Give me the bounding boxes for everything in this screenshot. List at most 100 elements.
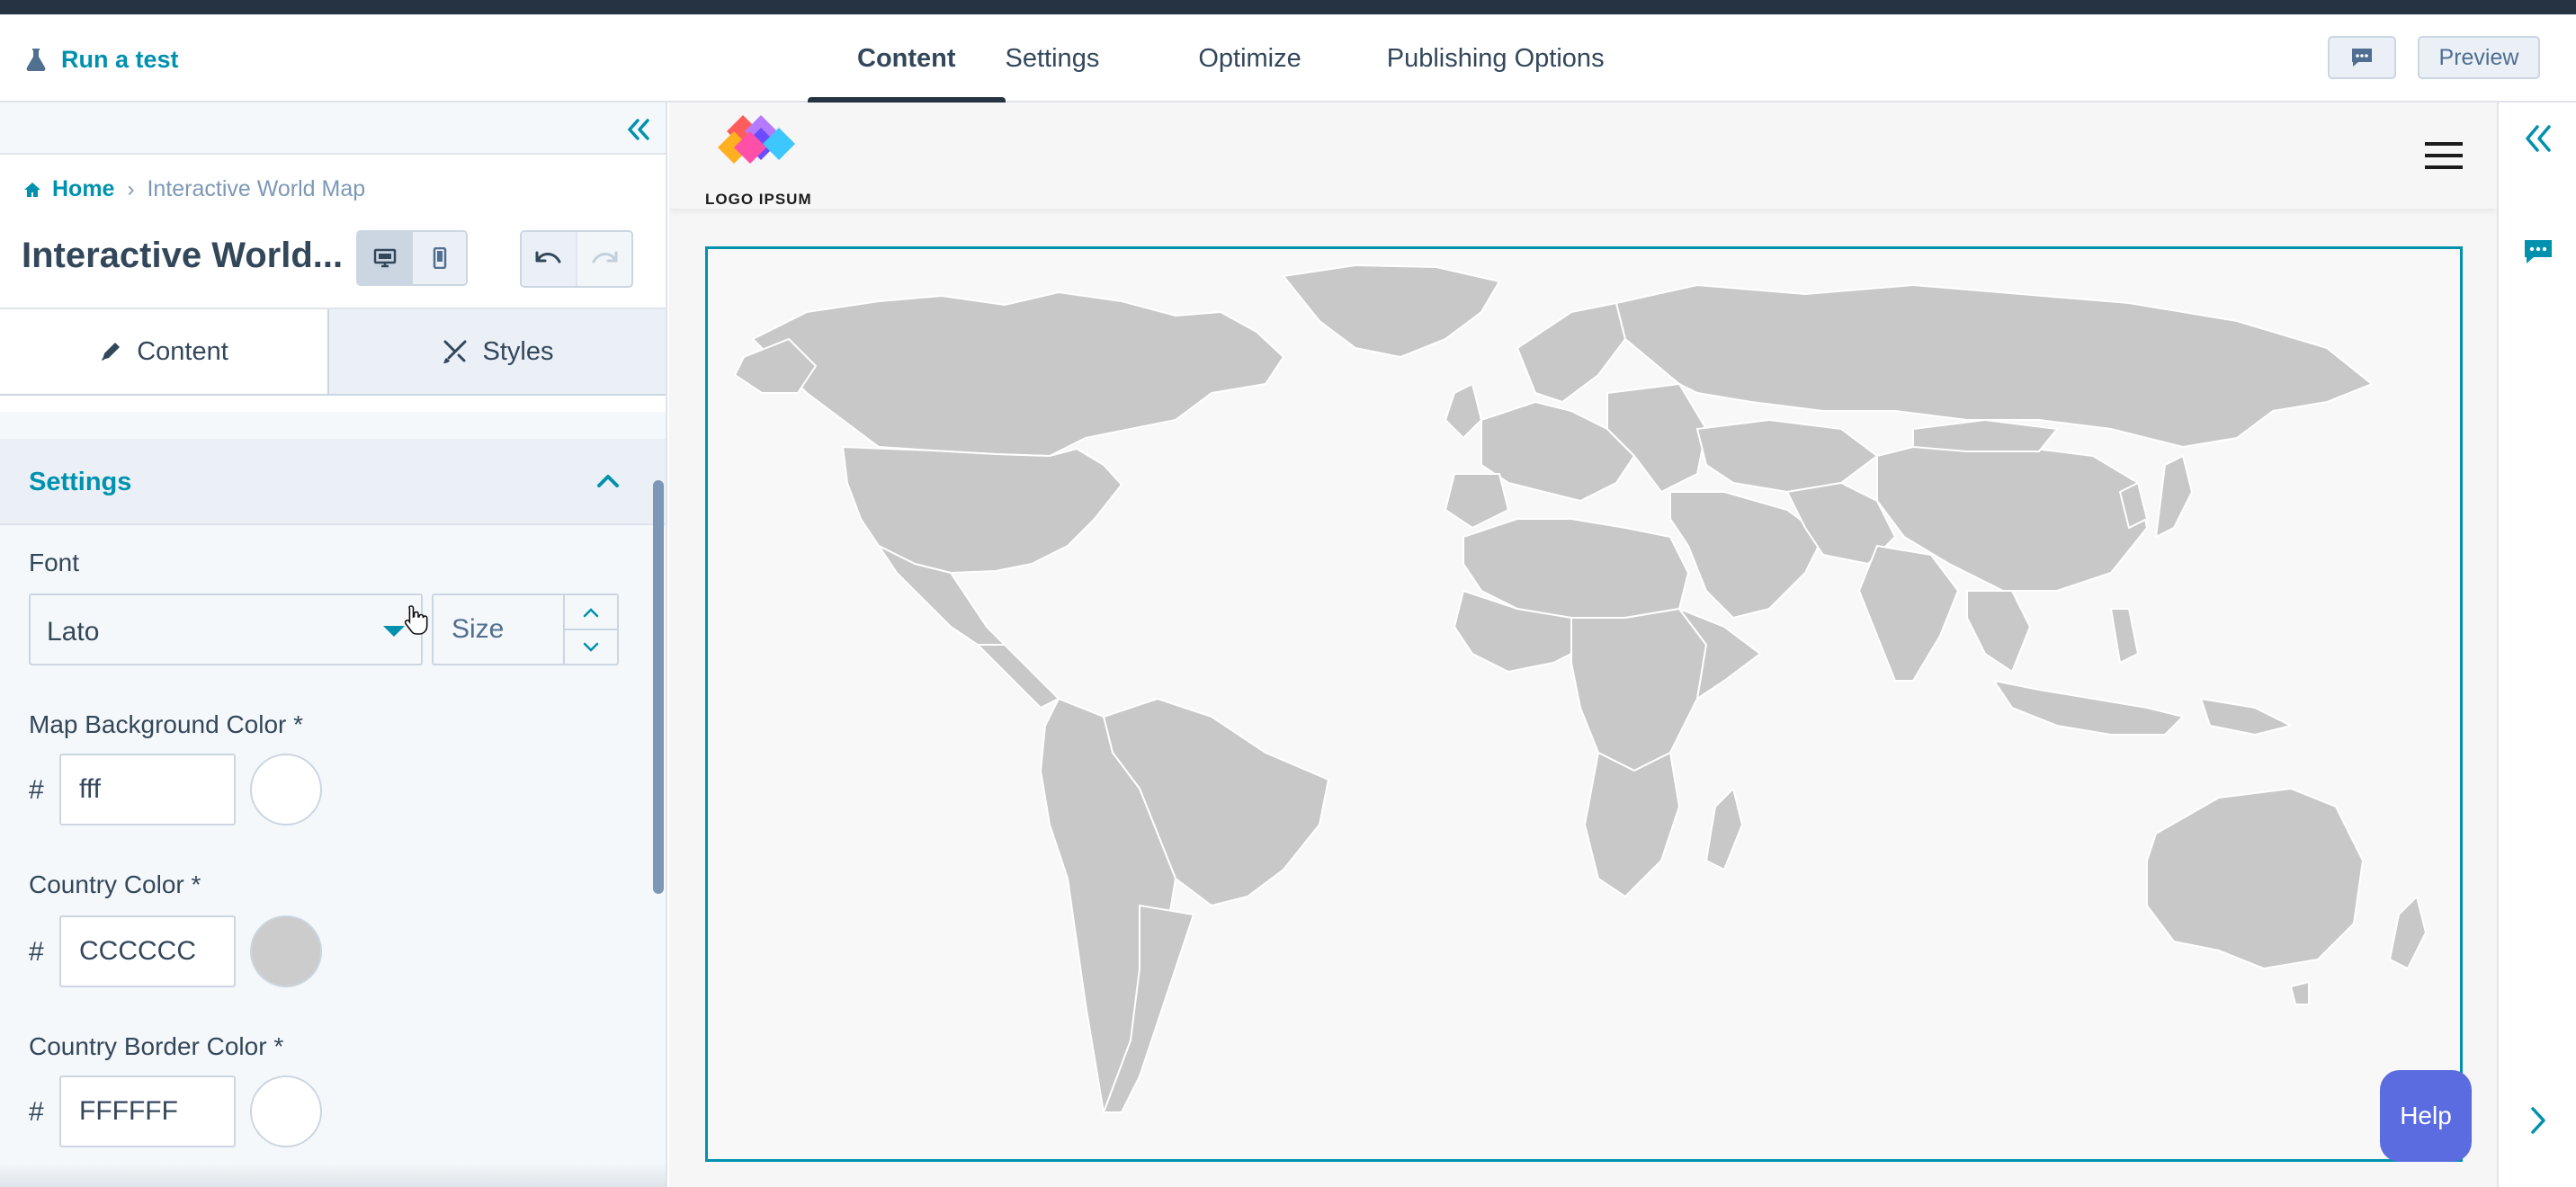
comments-panel-button[interactable] — [2520, 234, 2556, 270]
map-background-color-swatch[interactable] — [250, 754, 322, 826]
chevron-down-icon — [583, 642, 599, 652]
top-strip — [0, 0, 2576, 14]
country-color-row: # CCCCCC — [29, 915, 335, 987]
country-new-zealand — [2389, 896, 2427, 969]
country-indonesia — [1993, 680, 2184, 736]
country-canada — [752, 291, 1284, 457]
settings-section-header[interactable]: Settings — [0, 439, 666, 525]
undo-button[interactable] — [522, 232, 576, 286]
help-button[interactable]: Help — [2380, 1070, 2472, 1162]
country-papua — [2200, 698, 2292, 736]
content-styles-tabs: Content Styles — [0, 308, 666, 396]
country-border-color-label: Country Border Color * — [29, 1032, 284, 1060]
country-southeast-asia — [1966, 590, 2031, 673]
font-size-increment[interactable] — [565, 595, 617, 629]
country-india — [1858, 545, 1959, 682]
country-uk — [1445, 383, 1482, 439]
comment-icon — [2525, 240, 2552, 263]
site-header: LOGO IPSUM — [669, 103, 2497, 209]
map-background-color-input[interactable]: fff — [59, 754, 236, 826]
sidebar-tab-styles[interactable]: Styles — [327, 309, 666, 394]
breadcrumb: Home › Interactive World Map — [23, 176, 365, 202]
next-panel-button[interactable] — [2520, 1102, 2556, 1138]
caret-down-icon — [383, 626, 405, 637]
country-mongolia — [1912, 419, 2058, 452]
sidebar-fade — [0, 1162, 666, 1187]
chevron-up-icon — [597, 475, 619, 487]
country-border-color-input[interactable]: FFFFFF — [59, 1075, 236, 1147]
hamburger-menu-icon[interactable] — [2425, 142, 2463, 169]
editor-tabs: Content Settings Optimize Publishing Opt… — [808, 14, 1605, 104]
breadcrumb-current: Interactive World Map — [147, 176, 366, 201]
pencil-icon — [102, 343, 121, 361]
country-scandinavia — [1516, 302, 1626, 403]
run-a-test-button[interactable]: Run a test — [25, 41, 179, 77]
breadcrumb-home-label: Home — [52, 176, 115, 201]
comments-button[interactable] — [2328, 36, 2396, 79]
right-rail — [2497, 103, 2576, 1187]
flask-icon — [26, 49, 46, 71]
hash-symbol: # — [29, 775, 44, 805]
undo-redo-group — [520, 230, 633, 288]
sidebar-scrollbar[interactable] — [653, 480, 664, 894]
font-size-stepper — [563, 594, 619, 665]
sidebar-tab-styles-label: Styles — [482, 336, 554, 366]
font-size-decrement[interactable] — [565, 629, 617, 664]
comment-icon — [2352, 49, 2372, 67]
tab-settings-label: Settings — [1005, 43, 1100, 73]
undo-icon — [535, 251, 561, 263]
country-color-label: Country Color * — [29, 870, 201, 898]
desktop-icon — [373, 248, 396, 268]
country-japan — [2155, 455, 2193, 538]
chevron-up-icon — [583, 607, 599, 617]
sidebar-tab-content[interactable]: Content — [0, 309, 327, 394]
map-background-color-row: # fff — [29, 754, 335, 826]
logo-text: LOGO IPSUM — [705, 191, 812, 208]
country-color-swatch[interactable] — [250, 915, 322, 987]
font-select[interactable]: Lato — [29, 594, 423, 665]
country-kazakhstan — [1696, 419, 1878, 493]
preview-button[interactable]: Preview — [2418, 36, 2540, 79]
country-color-input[interactable]: CCCCCC — [59, 915, 236, 987]
page-preview: LOGO IPSUM Help — [669, 103, 2497, 1187]
logo[interactable]: LOGO IPSUM — [705, 112, 813, 208]
tab-settings[interactable]: Settings — [1006, 14, 1149, 103]
mobile-view-button[interactable] — [411, 232, 466, 284]
device-toggle — [356, 230, 468, 286]
font-select-value: Lato — [47, 617, 100, 647]
country-australia — [2146, 788, 2364, 969]
logo-mark-icon — [718, 115, 795, 164]
country-tasmania — [2290, 981, 2310, 1005]
double-chevron-left-icon — [2526, 125, 2551, 152]
country-border-color-row: # FFFFFF — [29, 1075, 335, 1147]
country-central-america — [977, 644, 1060, 709]
font-size-input[interactable]: Size — [432, 594, 563, 665]
tab-content[interactable]: Content — [808, 14, 1006, 104]
interactive-world-map[interactable] — [705, 246, 2463, 1162]
brush-icon — [443, 340, 466, 363]
home-icon — [24, 182, 40, 197]
country-iberia — [1445, 473, 1509, 529]
tab-content-label: Content — [857, 43, 956, 73]
double-chevron-left-icon — [628, 119, 649, 140]
tab-publishing-options-label: Publishing Options — [1386, 43, 1605, 73]
desktop-view-button[interactable] — [358, 232, 411, 284]
expand-right-panel-button[interactable] — [2520, 120, 2556, 156]
mobile-icon — [433, 247, 446, 269]
page-title: Interactive World... — [22, 236, 344, 275]
breadcrumb-home[interactable]: Home — [23, 176, 114, 202]
settings-section-title: Settings — [29, 468, 132, 496]
font-label: Font — [29, 549, 80, 576]
tab-optimize[interactable]: Optimize — [1149, 14, 1350, 103]
collapse-sidebar-button[interactable] — [621, 112, 657, 147]
editor-sidebar: Home › Interactive World Map Interactive… — [0, 103, 667, 1187]
run-a-test-label: Run a test — [61, 45, 179, 73]
hand-cursor-icon — [404, 605, 428, 635]
tab-publishing-options[interactable]: Publishing Options — [1351, 14, 1605, 103]
country-southern-africa — [1584, 752, 1680, 897]
country-border-color-swatch[interactable] — [250, 1075, 322, 1147]
redo-button[interactable] — [576, 232, 631, 286]
chevron-right-icon — [2531, 1107, 2545, 1134]
tab-optimize-label: Optimize — [1198, 43, 1301, 73]
country-madagascar — [1705, 788, 1743, 870]
